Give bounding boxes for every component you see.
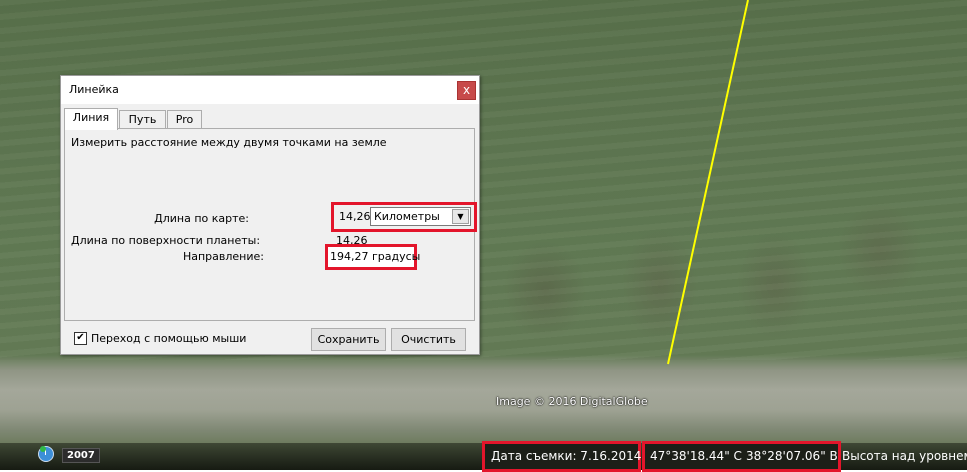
- dialog-titlebar[interactable]: Линейка x: [61, 76, 479, 104]
- capture-date: Дата съемки: 7.16.2014: [491, 449, 642, 463]
- mouse-navigation-label[interactable]: Переход с помощью мыши: [91, 332, 246, 345]
- imagery-credit: Image © 2016 DigitalGlobe: [496, 395, 648, 408]
- direction-label: Направление:: [182, 250, 264, 263]
- tab-panel-line: Измерить расстояние между двумя точками …: [64, 128, 477, 321]
- ruler-dialog: Линейка x Линия Путь Pro Измерить рассто…: [60, 75, 480, 355]
- history-indicator-icon: [40, 446, 46, 452]
- clear-button[interactable]: Очистить: [391, 328, 466, 351]
- map-length-label: Длина по карте:: [154, 212, 249, 225]
- save-button[interactable]: Сохранить: [311, 328, 386, 351]
- longitude-readout: 38°28'07.06" В: [746, 449, 838, 463]
- measure-description: Измерить расстояние между двумя точками …: [71, 136, 387, 149]
- tab-pro[interactable]: Pro: [167, 110, 202, 129]
- units-dropdown[interactable]: Километры ▼: [370, 207, 471, 226]
- units-selected: Километры: [374, 210, 440, 223]
- latitude-readout: 47°38'18.44" С: [650, 449, 742, 463]
- close-icon[interactable]: x: [457, 81, 476, 100]
- direction-highlight: 194,27 градусы: [325, 244, 421, 270]
- surface-length-label: Длина по поверхности планеты:: [71, 234, 261, 247]
- dialog-title: Линейка: [69, 83, 119, 96]
- tab-path[interactable]: Путь: [119, 110, 166, 129]
- historical-year-badge[interactable]: 2007: [62, 448, 100, 463]
- coordinates-highlight: 47°38'18.44" С 38°28'07.06" В: [642, 441, 841, 472]
- map-length-value: 14,26: [339, 210, 371, 223]
- tab-line[interactable]: Линия: [64, 108, 118, 130]
- chevron-down-icon[interactable]: ▼: [452, 209, 469, 224]
- measurement-line: [667, 0, 749, 365]
- elevation-readout: Высота над уровнем м: [842, 449, 967, 463]
- map-length-highlight: 14,26 Километры ▼: [331, 202, 477, 232]
- direction-value: 194,27 градусы: [330, 250, 421, 263]
- mouse-navigation-checkbox[interactable]: ✔: [74, 332, 87, 345]
- capture-date-highlight: Дата съемки: 7.16.2014: [482, 441, 641, 472]
